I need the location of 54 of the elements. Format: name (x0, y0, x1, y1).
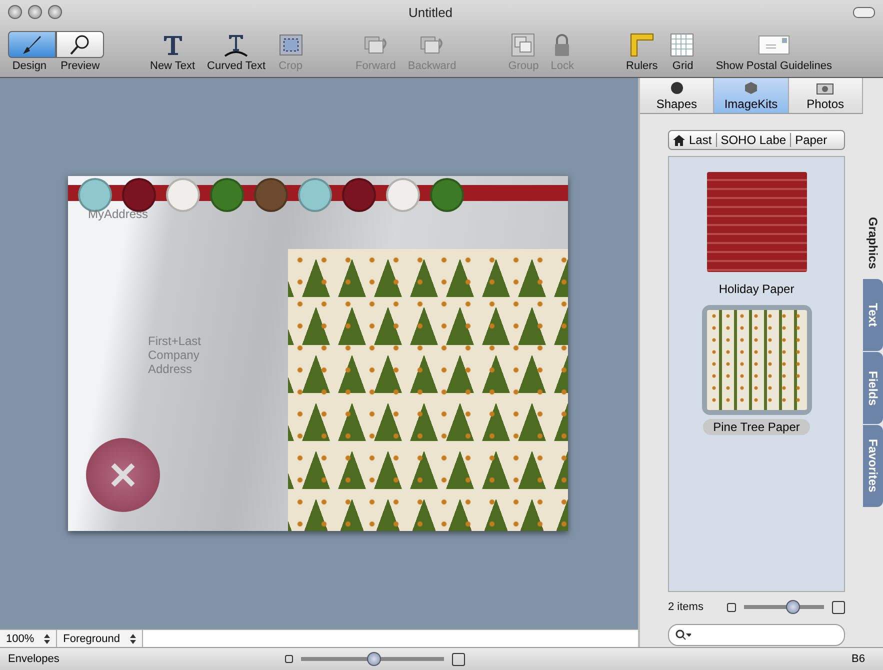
search-icon (675, 629, 691, 641)
zoom-popup[interactable]: 100% (0, 630, 58, 647)
mode-label: Preview (60, 60, 100, 72)
breadcrumb-item[interactable]: Paper (795, 133, 832, 147)
toolbar-toggle-button[interactable] (853, 6, 875, 18)
status-label: Envelopes (8, 653, 60, 665)
mode-button[interactable] (8, 31, 56, 58)
item-label: Pine Tree Paper (703, 419, 810, 435)
large-size-icon (832, 600, 845, 614)
recipient-address: First+Last Company Address (148, 334, 202, 376)
cube-icon (744, 81, 758, 95)
layer-popup[interactable]: Foreground (57, 630, 144, 647)
return-address: MyAddress (88, 207, 148, 221)
up-down-arrows-icon (44, 634, 50, 644)
zoom-button[interactable] (48, 5, 62, 19)
item-count: 2 items (668, 601, 704, 613)
small-size-icon (727, 602, 736, 612)
camera-icon (816, 81, 834, 95)
search-icon (69, 34, 91, 56)
side-tab[interactable]: Fields (863, 352, 883, 424)
toolbar-button[interactable]: Curved Text (201, 33, 272, 72)
group-icon (510, 33, 536, 57)
library-tab[interactable]: Photos (788, 78, 863, 113)
breadcrumb-item[interactable]: SOHO Labe (720, 133, 792, 147)
grid-icon (670, 33, 696, 57)
slider-thumb[interactable] (366, 652, 381, 666)
window-title: Untitled (407, 4, 454, 20)
library-tab[interactable]: Shapes (640, 78, 714, 113)
lock-icon (554, 33, 570, 57)
up-down-arrows-icon (130, 634, 136, 644)
ruler-icon (628, 33, 655, 57)
small-size-icon (285, 655, 294, 663)
toolbar-button[interactable]: Rulers (620, 33, 664, 72)
toolbar-button[interactable]: Show Postal Guidelines (710, 33, 838, 72)
breadcrumb-item[interactable]: Last (689, 133, 717, 147)
sphere-icon (670, 81, 684, 95)
envelope-icon (758, 33, 790, 57)
mode-button[interactable] (56, 31, 104, 58)
curved-text-icon (223, 33, 250, 57)
mode-label: Design (12, 60, 47, 72)
search-field[interactable] (668, 624, 845, 646)
toolbar-button[interactable]: New Text (144, 33, 202, 72)
toolbar-button[interactable]: Grid (664, 33, 702, 72)
envelope-size: B6 (852, 653, 865, 665)
close-button[interactable] (8, 5, 22, 19)
item-label: Holiday Paper (718, 281, 796, 297)
home-icon[interactable] (673, 134, 685, 146)
side-tab[interactable]: Text (863, 279, 883, 351)
large-size-icon (452, 652, 466, 666)
crop-icon (278, 33, 304, 57)
slider-thumb[interactable] (786, 600, 800, 614)
minimize-button[interactable] (28, 5, 42, 19)
side-tab[interactable]: Favorites (863, 425, 883, 507)
library-tab[interactable]: ImageKits (714, 78, 789, 113)
